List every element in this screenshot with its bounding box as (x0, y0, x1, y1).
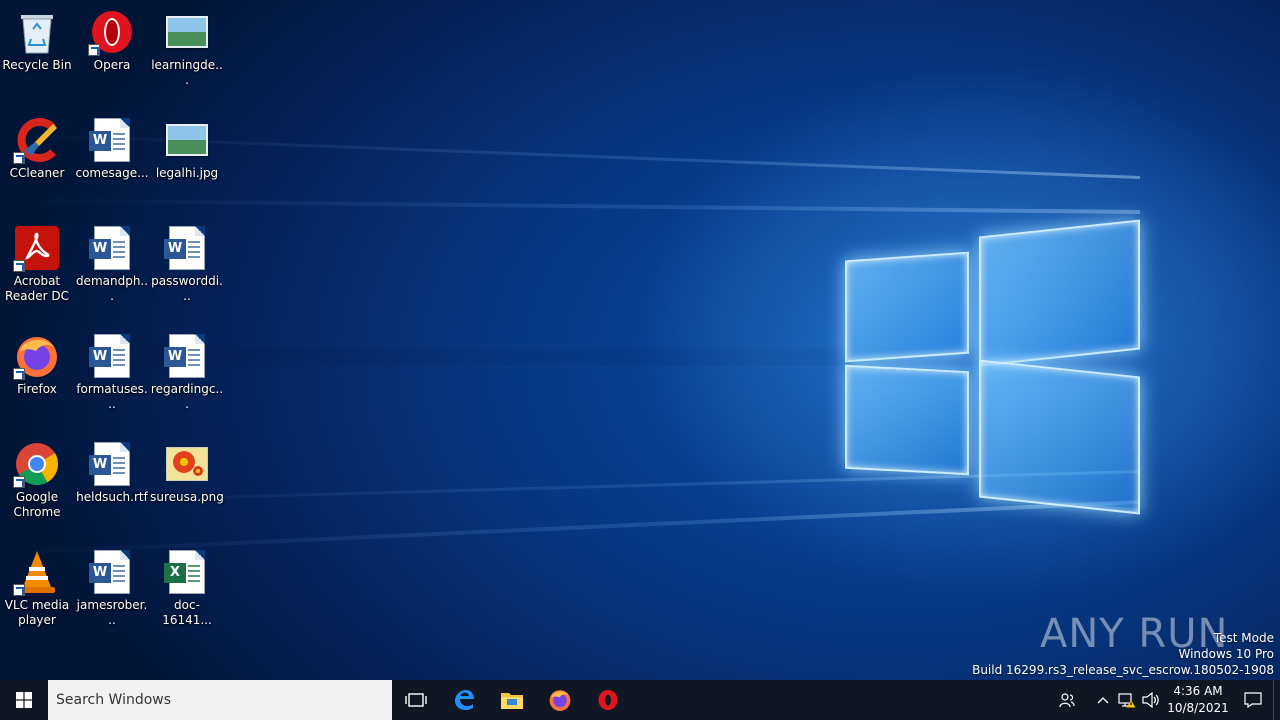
desktop-icon-acrobat[interactable]: Acrobat Reader DC (0, 224, 74, 304)
icon-label: jamesrober... (76, 598, 148, 627)
firefox-icon (549, 690, 571, 711)
desktop-icon-doc-16141[interactable]: X doc-16141... (150, 548, 224, 628)
start-button[interactable] (0, 680, 48, 720)
desktop-icon-learningde[interactable]: learningde... (150, 8, 224, 88)
desktop-icon-recycle-bin[interactable]: Recycle Bin (0, 8, 74, 73)
ccleaner-icon (13, 116, 61, 164)
search-placeholder: Search Windows (56, 692, 172, 708)
shortcut-arrow-icon (13, 584, 25, 596)
icon-label: heldsuch.rtf (76, 490, 148, 504)
icon-label: Firefox (17, 382, 57, 396)
desktop-icon-ccleaner[interactable]: CCleaner (0, 116, 74, 181)
word-document-icon: W (88, 332, 136, 380)
taskbar-file-explorer-button[interactable] (488, 680, 536, 720)
shortcut-arrow-icon (13, 476, 25, 488)
action-center-button[interactable] (1233, 680, 1273, 720)
system-tray: 4:36 AM 10/8/2021 (1055, 680, 1280, 720)
desktop-icon-legalhi[interactable]: legalhi.jpg (150, 116, 224, 181)
edge-icon (455, 690, 474, 710)
taskbar-firefox-button[interactable] (536, 680, 584, 720)
word-document-icon: W (163, 332, 211, 380)
image-file-icon (163, 8, 211, 56)
acrobat-icon (13, 224, 61, 272)
folder-icon (501, 693, 523, 709)
recycle-bin-icon (13, 8, 61, 56)
opera-icon (88, 8, 136, 56)
desktop-icon-firefox[interactable]: Firefox (0, 332, 74, 397)
windows-start-icon (16, 692, 32, 708)
people-button[interactable] (1055, 680, 1079, 720)
shortcut-arrow-icon (13, 260, 25, 272)
icon-label: Acrobat Reader DC (5, 274, 69, 303)
desktop-icon-formatuses[interactable]: W formatuses... (75, 332, 149, 412)
icon-label: learningde... (151, 58, 223, 87)
volume-button[interactable] (1139, 680, 1163, 720)
build-text: Build 16299.rs3_release_svc_escrow.18050… (972, 663, 1274, 677)
opera-icon (598, 689, 618, 711)
shortcut-arrow-icon (88, 44, 100, 56)
icon-label: Google Chrome (13, 490, 61, 519)
vlc-icon (13, 548, 61, 596)
taskbar-opera-button[interactable] (584, 680, 632, 720)
notification-icon (1244, 692, 1262, 708)
word-document-icon: W (88, 116, 136, 164)
speaker-icon (1142, 692, 1159, 708)
icon-label: sureusa.png (150, 490, 224, 504)
search-box[interactable]: Search Windows (48, 680, 392, 720)
task-view-button[interactable] (392, 680, 440, 720)
icon-label: demandph... (75, 274, 149, 303)
firefox-icon (13, 332, 61, 380)
desktop-icon-regardingc[interactable]: W regardingc... (150, 332, 224, 412)
word-document-icon: W (88, 224, 136, 272)
icon-label: Opera (93, 58, 131, 72)
desktop-icon-demandph[interactable]: W demandph... (75, 224, 149, 304)
excel-document-icon: X (163, 548, 211, 596)
icon-label: doc-16141... (162, 598, 212, 627)
desktop-icon-jamesrober[interactable]: W jamesrober... (75, 548, 149, 628)
desktop-icon-chrome[interactable]: Google Chrome (0, 440, 74, 520)
shortcut-arrow-icon (13, 368, 25, 380)
image-file-icon (163, 116, 211, 164)
clock-date: 10/8/2021 (1167, 701, 1229, 715)
desktop-icon-sureusa[interactable]: sureusa.png (150, 440, 224, 505)
network-warning-icon (1118, 693, 1136, 708)
word-document-icon: W (163, 224, 211, 272)
task-view-icon (405, 693, 427, 707)
word-document-icon: W (88, 548, 136, 596)
icon-label: VLC media player (4, 598, 70, 627)
show-hidden-icons-button[interactable] (1091, 680, 1115, 720)
chevron-up-icon (1097, 697, 1109, 704)
windows-edition-text: Windows 10 Pro (1178, 647, 1274, 661)
icon-label: Recycle Bin (2, 58, 72, 72)
taskbar: Search Windows 4:36 AM 10/8/2021 (0, 680, 1280, 720)
windows-logo-wallpaper (845, 218, 1140, 515)
taskbar-edge-button[interactable] (440, 680, 488, 720)
desktop-icon-opera[interactable]: Opera (75, 8, 149, 73)
network-button[interactable] (1115, 680, 1139, 720)
icon-label: CCleaner (9, 166, 65, 180)
shortcut-arrow-icon (13, 152, 25, 164)
icon-label: comesage... (75, 166, 149, 180)
icon-label: regardingc... (150, 382, 224, 411)
icon-label: passworddi... (151, 274, 223, 303)
desktop-icon-vlc[interactable]: VLC media player (0, 548, 74, 628)
test-mode-text: Test Mode (1213, 631, 1274, 645)
desktop-icon-passworddi[interactable]: W passworddi... (150, 224, 224, 304)
word-document-icon: W (88, 440, 136, 488)
desktop-icon-comesage[interactable]: W comesage... (75, 116, 149, 181)
taskbar-clock[interactable]: 4:36 AM 10/8/2021 (1163, 683, 1233, 717)
icon-label: formatuses... (76, 382, 148, 411)
chrome-icon (13, 440, 61, 488)
desktop-icon-heldsuch[interactable]: W heldsuch.rtf (75, 440, 149, 505)
show-desktop-button[interactable] (1273, 680, 1280, 720)
wallpaper-beam (0, 198, 1141, 214)
icon-label: legalhi.jpg (155, 166, 219, 180)
test-mode-watermark: Test Mode Windows 10 Pro Build 16299.rs3… (972, 630, 1274, 678)
png-image-icon (163, 440, 211, 488)
people-icon (1059, 693, 1075, 708)
clock-time: 4:36 AM (1173, 684, 1223, 698)
